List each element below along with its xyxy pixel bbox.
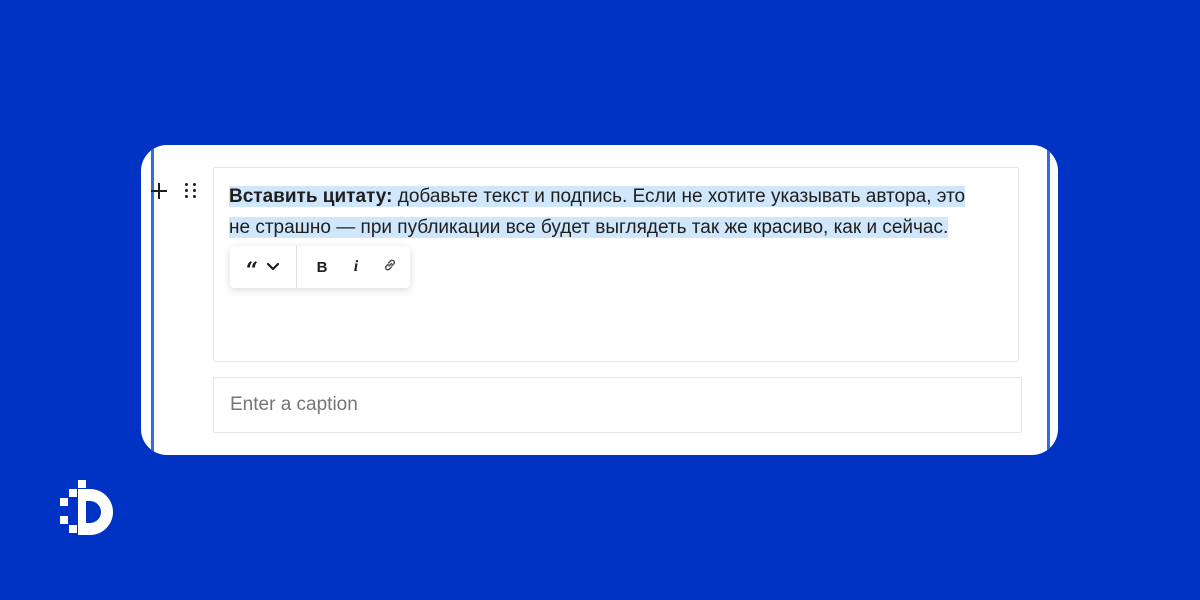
caption-input[interactable] [213, 377, 1022, 433]
bold-icon: B [316, 258, 328, 276]
quote-text-line-1: добавьте текст и подпись. Если не хотите… [392, 186, 966, 207]
quote-block[interactable]: Вставить цитату: добавьте текст и подпис… [213, 167, 1019, 362]
quote-icon: “ [245, 258, 259, 284]
quote-text[interactable]: Вставить цитату: добавьте текст и подпис… [229, 181, 1001, 243]
link-button[interactable] [373, 246, 407, 288]
quote-bold-prefix: Вставить цитату: [229, 186, 393, 207]
quote-style-dropdown[interactable]: “ [230, 246, 297, 288]
selected-text: Вставить цитату: добавьте текст и подпис… [229, 186, 966, 238]
block-selection-edge-right [1047, 145, 1050, 455]
quote-text-line-2: не страшно — при публикации все будет вы… [229, 217, 949, 238]
link-icon [382, 257, 398, 278]
block-tools [151, 183, 197, 199]
bold-button[interactable]: B [305, 246, 339, 288]
page-background: Вставить цитату: добавьте текст и подпис… [0, 0, 1200, 600]
italic-icon: i [353, 258, 359, 275]
editor-card: Вставить цитату: добавьте текст и подпис… [141, 145, 1058, 455]
italic-button[interactable]: i [339, 246, 373, 288]
brand-logo [60, 480, 122, 542]
chevron-down-icon [266, 262, 280, 272]
plus-icon[interactable] [151, 183, 167, 199]
format-toolbar: “ B i [230, 246, 410, 288]
drag-handle-icon[interactable] [185, 183, 197, 199]
